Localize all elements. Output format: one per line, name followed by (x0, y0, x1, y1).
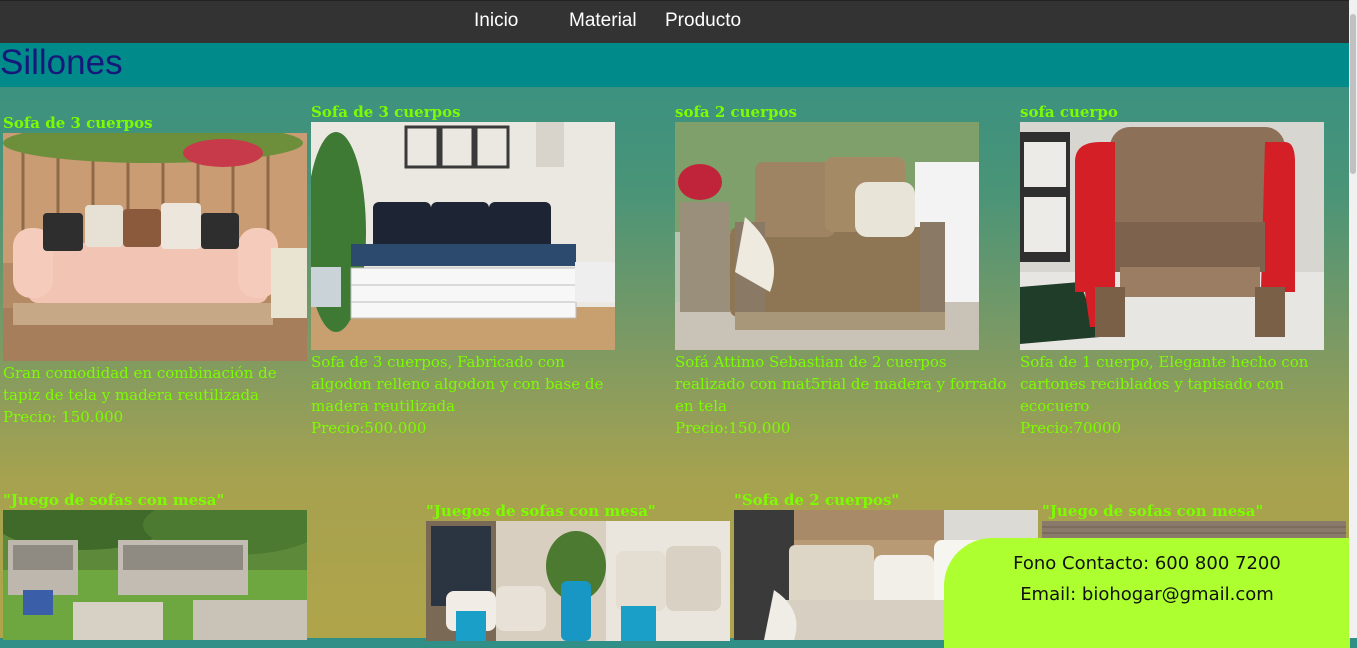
product-title: "Juego de sofas con mesa" (1042, 502, 1264, 520)
product-card: Sofa de 3 cuerpos Gran comodidad en comb… (3, 114, 307, 428)
contact-email: Email: biohogar@gmail.com (1020, 584, 1274, 605)
sofa-set-image (3, 510, 307, 640)
page-header: Sillones (0, 43, 1349, 87)
top-navbar: Inicio Material Producto (0, 0, 1349, 44)
product-title: "Sofa de 2 cuerpos" (734, 491, 900, 509)
product-card: "Juegos de sofas con mesa" (426, 502, 730, 641)
product-description: Sofa de 1 cuerpo, Elegante hecho con car… (1020, 353, 1309, 415)
pink-pallet-sofa-photo[interactable] (3, 133, 307, 361)
product-title: Sofa de 3 cuerpos (311, 103, 461, 121)
armchair-image (1020, 122, 1324, 350)
nav-link-producto[interactable]: Producto (665, 10, 741, 32)
product-description: Sofa de 3 cuerpos, Fabricado con algodon… (311, 353, 604, 415)
product-card: "Juego de sofas con mesa" (3, 491, 307, 640)
product-title: Sofa de 3 cuerpos (3, 114, 153, 132)
cushions-pallet-set-photo[interactable] (426, 521, 730, 641)
product-title: "Juegos de sofas con mesa" (426, 502, 656, 520)
product-title: "Juego de sofas con mesa" (3, 491, 225, 509)
product-card: sofa cuerpo Sofa de 1 cuerpo, Elegante h… (1020, 103, 1324, 439)
scrollbar-thumb[interactable] (1350, 14, 1356, 174)
white-pallet-sofa-photo[interactable] (311, 122, 615, 350)
sofa-image (311, 122, 615, 350)
product-title: sofa cuerpo (1020, 103, 1118, 121)
contact-box: Fono Contacto: 600 800 7200 Email: bioho… (944, 538, 1350, 648)
product-price: Precio:70000 (1020, 419, 1122, 437)
product-price: Precio:500.000 (311, 419, 427, 437)
burlap-armchair-photo[interactable] (675, 122, 979, 350)
page-title: Sillones (0, 43, 123, 82)
product-card: Sofa de 3 cuerpos Sofa de 3 cuerpos, Fab… (311, 103, 615, 439)
product-card: sofa 2 cuerpos Sofá Attimo Sebastian de … (675, 103, 1007, 439)
product-description: Sofá Attimo Sebastian de 2 cuerpos reali… (675, 353, 1007, 415)
sofa-set-image (426, 521, 730, 641)
sofa-image (3, 133, 307, 361)
product-price: Precio:150.000 (675, 419, 791, 437)
nav-link-inicio[interactable]: Inicio (474, 10, 518, 32)
product-description: Gran comodidad en combinación de tapiz d… (3, 364, 277, 404)
nav-link-material[interactable]: Material (569, 10, 637, 32)
product-price: Precio: 150.000 (3, 408, 124, 426)
armchair-image (675, 122, 979, 350)
contact-phone: Fono Contacto: 600 800 7200 (1013, 553, 1281, 574)
product-title: sofa 2 cuerpos (675, 103, 797, 121)
vertical-scrollbar[interactable] (1349, 0, 1357, 638)
cardboard-armchair-photo[interactable] (1020, 122, 1324, 350)
garden-pallet-set-photo[interactable] (3, 510, 307, 640)
